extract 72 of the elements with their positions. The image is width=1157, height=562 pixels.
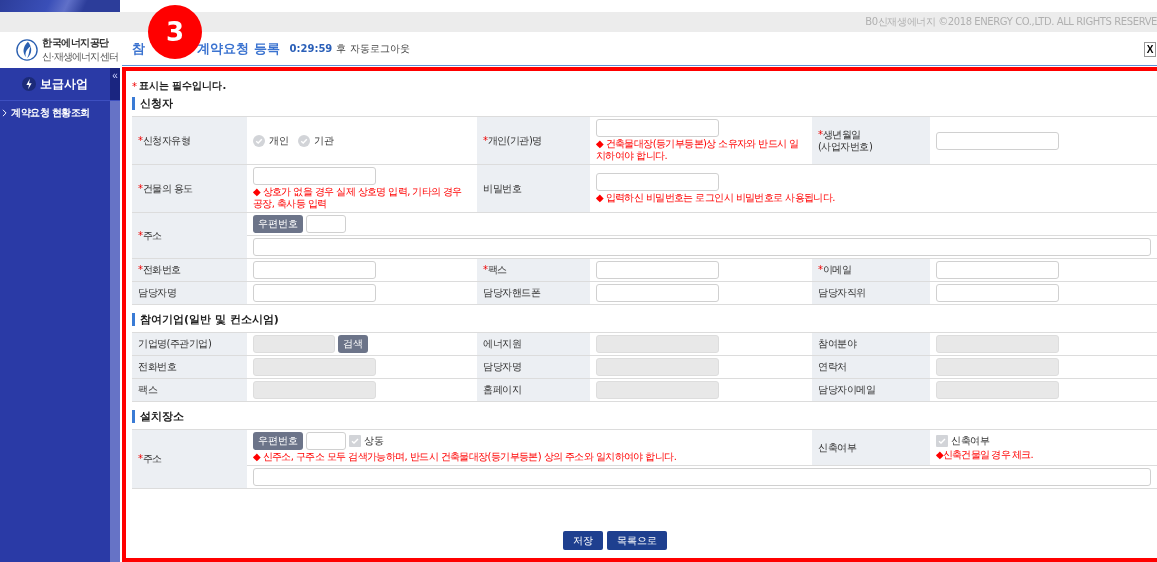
field-label: 담당자핸드폰: [477, 281, 590, 305]
input-field[interactable]: [596, 173, 719, 191]
chevron-icon: [2, 109, 7, 117]
field-label: 담당자명: [477, 355, 590, 379]
logo-name: 한국에너지공단: [42, 36, 110, 50]
page-title: 참: [132, 39, 145, 58]
logout-timer: 0:29:59: [289, 43, 333, 54]
radio-button[interactable]: [253, 134, 265, 147]
input-field[interactable]: [936, 284, 1059, 302]
input-field[interactable]: [596, 119, 719, 137]
field-label: 전화번호: [132, 355, 247, 379]
radio-button[interactable]: [298, 134, 310, 147]
input-field[interactable]: [936, 261, 1059, 279]
field-label: 홈페이지: [477, 378, 590, 402]
field-label: 기업명(주관기업): [132, 332, 247, 356]
address-field[interactable]: [253, 468, 1152, 486]
field-label: *개인(기관)명: [477, 116, 590, 165]
sidebar-title: 보급사업: [40, 75, 88, 93]
input-field[interactable]: [253, 261, 376, 279]
field-label: 참여분야: [812, 332, 930, 356]
sidebar-item[interactable]: 계약요청 현황조회: [11, 106, 90, 120]
field-label: 담당자직위: [812, 281, 930, 305]
checkbox-label: 상동: [364, 434, 383, 448]
field-hint: ◆ 신주소, 구주소 모두 검색가능하며, 반드시 건축물대장(등기부등본) 상의 주소와 일치하여야 합니다.: [253, 451, 678, 463]
input-field[interactable]: [253, 167, 376, 185]
logo-icon: [16, 39, 38, 61]
input-field[interactable]: [596, 261, 719, 279]
field-label: 에너지원: [477, 332, 590, 356]
required-mark: *: [132, 80, 137, 92]
field-label: *팩스: [477, 258, 590, 282]
field-hint: ◆ 상호가 없을 경우 실제 상호명 입력, 기타의 경우 공장, 축사등 입력: [253, 186, 463, 210]
required-note: 표시는 필수입니다.: [139, 79, 227, 93]
field-label: *건물의 용도: [132, 164, 247, 213]
zip-code-field[interactable]: [306, 432, 346, 450]
zip-code-button[interactable]: 우편번호: [253, 432, 303, 450]
address-field[interactable]: [253, 238, 1151, 256]
field-hint: ◆신축건물일 경우 체크.: [936, 449, 1034, 461]
input-field[interactable]: [936, 131, 1059, 150]
field-label: *생년월일 (사업자번호): [812, 116, 930, 165]
checkbox[interactable]: [349, 435, 361, 447]
zip-code-button[interactable]: 우편번호: [253, 215, 303, 233]
timer-label: 후 자동로그아웃: [336, 41, 410, 56]
field-label: 비밀번호: [477, 164, 590, 213]
section-title: 설치장소: [132, 410, 1157, 423]
field-label: *주소: [132, 429, 247, 489]
field-label: 연락처: [812, 355, 930, 379]
section-title: 참여기업(일반 및 컨소시엄): [132, 313, 1157, 326]
field-label: *주소: [132, 212, 247, 259]
copyright-text: B0신재생에너지 ©2018 ENERGY CO.,LTD. ALL RIGHTS RESERVE: [865, 15, 1157, 29]
close-button[interactable]: X: [1144, 42, 1156, 57]
field-label: 팩스: [132, 378, 247, 402]
field-label: 담당자이메일: [812, 378, 930, 402]
save-button[interactable]: 저장: [562, 531, 603, 550]
input-field[interactable]: [253, 284, 376, 302]
field-label: 담당자명: [132, 281, 247, 305]
field-label: *이메일: [812, 258, 930, 282]
field-hint: ◆ 입력하신 비밀번호는 로그인시 비밀번호로 사용됩니다.: [596, 192, 836, 204]
checkbox-label: 신축여부: [951, 434, 990, 448]
field-label: *전화번호: [132, 258, 247, 282]
field-label: 신축여부: [812, 429, 931, 466]
radio-label: 개인: [269, 133, 288, 148]
lightning-icon: [22, 77, 36, 91]
radio-label: 기관: [314, 133, 333, 148]
logo-subtitle: 신·재생에너지센터: [42, 50, 118, 64]
input-field[interactable]: [596, 284, 719, 302]
field-hint: ◆ 건축물대장(등기부등본)상 소유자와 반드시 일치하여야 합니다.: [596, 138, 800, 162]
checkbox[interactable]: [936, 435, 949, 447]
collapse-button[interactable]: «: [110, 68, 120, 100]
field-label: *신청자유형: [132, 116, 247, 165]
section-title: 신청자: [132, 97, 1157, 110]
zip-code-field[interactable]: [306, 215, 346, 233]
list-button[interactable]: 목록으로: [606, 531, 667, 550]
